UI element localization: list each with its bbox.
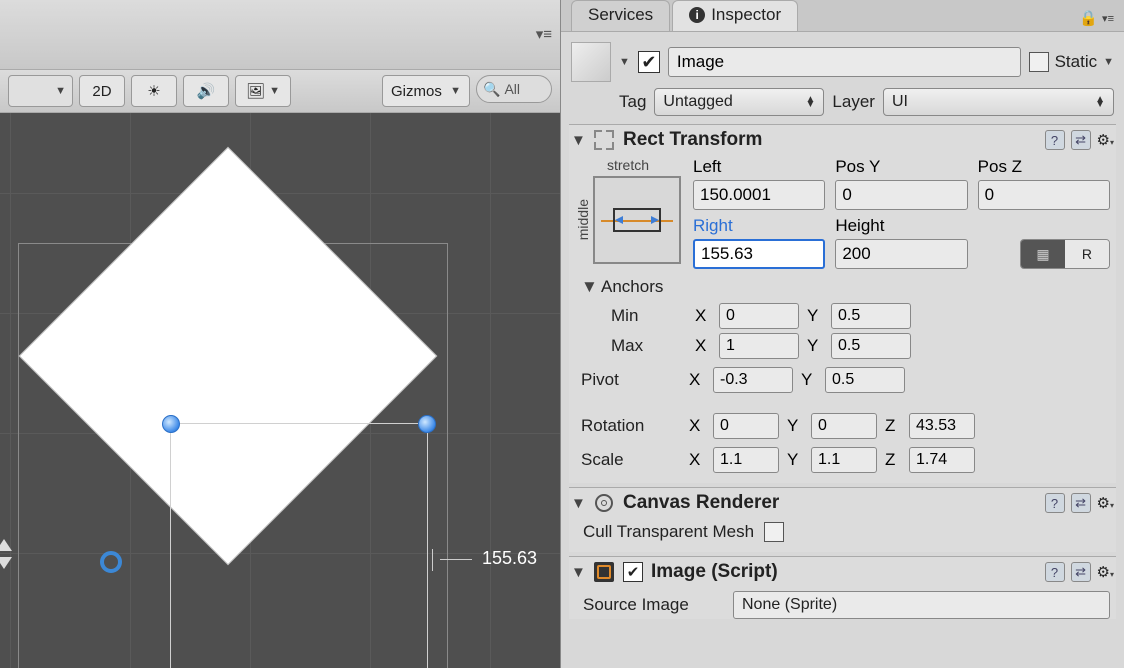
pivot-x[interactable] [713,367,793,393]
scene-search[interactable]: 🔍 All [476,75,552,103]
dimension-label: 155.63 [482,548,537,569]
tag-label: Tag [619,92,646,112]
min-label: Min [611,306,687,326]
component-enabled-checkbox[interactable]: ✔ [623,562,643,582]
rotation-x[interactable] [713,413,779,439]
source-image-label: Source Image [583,595,723,615]
layer-label: Layer [832,92,875,112]
image-script-icon [593,561,615,583]
preset-icon[interactable]: ⇄ [1071,562,1091,582]
anchor-min-x[interactable] [719,303,799,329]
max-label: Max [611,336,687,356]
preset-icon[interactable]: ⇄ [1071,130,1091,150]
active-checkbox[interactable]: ✔ [638,51,660,73]
foldout-icon[interactable]: ▼ [571,564,585,581]
anchors-foldout[interactable]: ▼ [581,277,595,297]
anchor-top-label: stretch [607,157,649,173]
audio-toggle[interactable]: 🔊 [183,75,229,107]
anchor-preset-button[interactable] [593,176,681,264]
canvas-renderer-icon [593,492,615,514]
gear-icon[interactable]: ⚙▾ [1097,494,1114,512]
anchor-min-y[interactable] [831,303,911,329]
lighting-toggle[interactable]: ☀ [131,75,177,107]
pivot-y[interactable] [825,367,905,393]
gameobject-header: ▼ ✔ Static ▼ Tag Untagged▲▼ Layer [569,38,1116,120]
inspector-panel: Services i Inspector 🔒 ▾≡ ▼ ✔ [560,0,1124,668]
component-title: Rect Transform [623,129,1037,151]
scene-canvas[interactable]: 155.63 [0,113,560,668]
cull-checkbox[interactable] [764,522,784,542]
anchor-handle-left[interactable] [0,539,14,571]
toolbar-handle-icon[interactable]: ▾≡ [536,25,552,43]
component-title: Canvas Renderer [623,492,1037,514]
anchor-max-x[interactable] [719,333,799,359]
gameobject-name-input[interactable] [668,47,1021,77]
posz-label: Pos Z [978,157,1110,177]
rect-transform-icon [593,129,615,151]
blueprint-toggle[interactable]: ▦ R [1020,239,1110,269]
rotation-z[interactable] [909,413,975,439]
image-component: ▼ ✔ Image (Script) ? ⇄ ⚙▾ Source Image N… [569,556,1116,619]
gear-icon[interactable]: ⚙▾ [1097,131,1114,149]
posy-label: Pos Y [835,157,967,177]
2d-toggle[interactable]: 2D [79,75,125,107]
effects-dropdown[interactable]: 🖼 ▼ [235,75,291,107]
pivot-label: Pivot [581,370,681,390]
right-input[interactable] [693,239,825,269]
tag-dropdown[interactable]: Untagged▲▼ [654,88,824,116]
resize-handle[interactable] [162,415,180,433]
icon-dropdown[interactable]: ▼ [619,56,630,68]
gear-icon[interactable]: ⚙▾ [1097,563,1114,581]
scale-label: Scale [581,450,681,470]
tab-services[interactable]: Services [571,0,670,31]
height-label: Height [835,216,967,236]
help-icon[interactable]: ? [1045,493,1065,513]
posy-input[interactable] [835,180,967,210]
component-title: Image (Script) [651,561,1037,583]
preset-icon[interactable]: ⇄ [1071,493,1091,513]
left-input[interactable] [693,180,825,210]
scale-z[interactable] [909,447,975,473]
anchor-side-label: middle [575,199,591,240]
gameobject-icon[interactable] [571,42,611,82]
left-label: Left [693,157,825,177]
scale-y[interactable] [811,447,877,473]
rect-transform-component: ▼ Rect Transform ? ⇄ ⚙▾ stretch [569,124,1116,483]
static-label: Static [1055,52,1098,72]
gizmos-dropdown[interactable]: Gizmos▼ [382,75,470,107]
tab-inspector[interactable]: i Inspector [672,0,798,31]
scene-toolbar: ▾≡ [0,0,560,70]
layer-dropdown[interactable]: UI▲▼ [883,88,1114,116]
shaded-dropdown[interactable]: ▼ [8,75,73,107]
pivot-handle[interactable] [100,551,122,573]
anchor-max-y[interactable] [831,333,911,359]
height-input[interactable] [835,239,967,269]
info-icon: i [689,7,705,23]
panel-menu-icon[interactable]: ▾≡ [1102,12,1114,25]
source-image-field[interactable]: None (Sprite) [733,591,1110,619]
scene-view: ▾≡ ▼ 2D ☀ 🔊 🖼 ▼ Gizmos▼ 🔍 All [0,0,560,668]
anchors-label: Anchors [601,277,663,297]
rotation-y[interactable] [811,413,877,439]
foldout-icon[interactable]: ▼ [571,132,585,149]
foldout-icon[interactable]: ▼ [571,495,585,512]
right-label: Right [693,216,825,236]
lock-icon[interactable]: 🔒 [1079,9,1098,27]
selection-bbox[interactable] [170,423,428,668]
cull-label: Cull Transparent Mesh [583,522,754,542]
canvas-renderer-component: ▼ Canvas Renderer ? ⇄ ⚙▾ Cull Transparen… [569,487,1116,552]
tabbar: Services i Inspector 🔒 ▾≡ [561,0,1124,32]
static-checkbox[interactable] [1029,52,1049,72]
resize-handle[interactable] [418,415,436,433]
help-icon[interactable]: ? [1045,130,1065,150]
posz-input[interactable] [978,180,1110,210]
help-icon[interactable]: ? [1045,562,1065,582]
scale-x[interactable] [713,447,779,473]
rotation-label: Rotation [581,416,681,436]
static-dropdown[interactable]: ▼ [1103,56,1114,68]
